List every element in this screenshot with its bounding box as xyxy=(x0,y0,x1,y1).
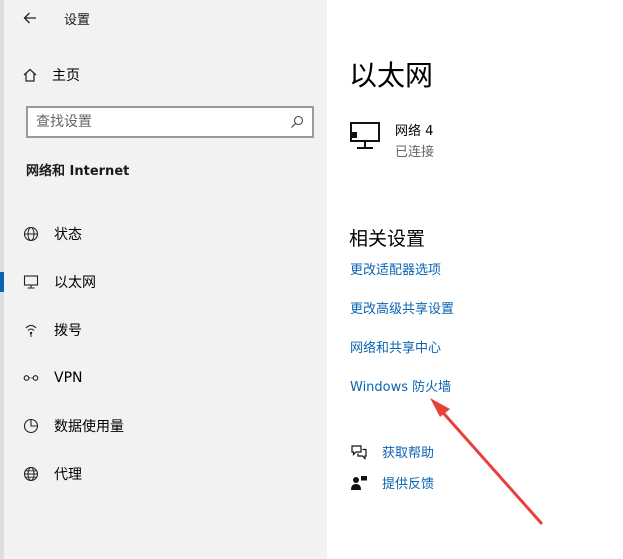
data-usage-icon xyxy=(22,417,40,435)
sidebar-item-status[interactable]: 状态 xyxy=(4,210,327,258)
home-label: 主页 xyxy=(52,68,80,84)
ethernet-monitor-icon xyxy=(350,122,380,149)
section-title: 网络和 Internet xyxy=(26,164,130,179)
sidebar-item-label: 拨号 xyxy=(54,323,82,339)
feedback-icon xyxy=(351,475,367,490)
globe-status-icon xyxy=(22,225,40,243)
title-bar: 设置 xyxy=(20,8,90,28)
sidebar-item-label: 以太网 xyxy=(54,275,96,291)
give-feedback-link[interactable]: 提供反馈 xyxy=(350,473,434,492)
sidebar-item-vpn[interactable]: VPN xyxy=(4,354,327,402)
back-button[interactable] xyxy=(20,8,40,28)
sidebar-item-proxy[interactable]: 代理 xyxy=(4,450,327,498)
home-nav[interactable]: 主页 xyxy=(22,64,80,86)
connection-status: 已连接 xyxy=(395,145,435,160)
sidebar-item-data-usage[interactable]: 数据使用量 xyxy=(4,402,327,450)
back-arrow-icon xyxy=(23,12,36,24)
sidebar-item-label: 数据使用量 xyxy=(54,419,124,435)
change-adapter-options-link[interactable]: 更改适配器选项 xyxy=(350,259,441,278)
sidebar-item-ethernet[interactable]: 以太网 xyxy=(0,258,327,306)
network-sharing-center-link[interactable]: 网络和共享中心 xyxy=(350,337,441,356)
sidebar-item-label: 代理 xyxy=(54,467,82,483)
sidebar-nav: 状态 以太网 拨号 VPN 数据使用量 代理 xyxy=(0,210,327,498)
get-help-link[interactable]: 获取帮助 xyxy=(350,442,434,461)
get-help-label: 获取帮助 xyxy=(382,446,435,461)
page-title: 以太网 xyxy=(349,59,434,92)
related-settings-title: 相关设置 xyxy=(349,228,426,250)
network-connection[interactable]: 网络 4 已连接 xyxy=(349,120,434,160)
search-box[interactable] xyxy=(26,106,314,138)
sidebar-item-label: 状态 xyxy=(54,227,82,243)
search-input[interactable] xyxy=(36,114,290,130)
sidebar-item-dialup[interactable]: 拨号 xyxy=(4,306,327,354)
search-icon xyxy=(291,115,304,128)
annotation-arrow-icon xyxy=(430,398,544,525)
vpn-icon xyxy=(22,369,40,387)
sidebar-item-label: VPN xyxy=(54,370,83,386)
sidebar: 设置 主页 网络和 Internet 状态 xyxy=(0,0,327,559)
give-feedback-label: 提供反馈 xyxy=(382,477,435,492)
dialup-icon xyxy=(22,321,40,339)
app-title: 设置 xyxy=(64,12,91,28)
ethernet-monitor-icon xyxy=(22,273,40,291)
help-chat-icon xyxy=(351,444,367,460)
advanced-sharing-settings-link[interactable]: 更改高级共享设置 xyxy=(350,298,454,317)
connection-name: 网络 4 xyxy=(395,124,434,139)
home-icon xyxy=(23,68,37,82)
windows-firewall-link[interactable]: Windows 防火墙 xyxy=(350,376,451,395)
globe-icon xyxy=(22,465,40,483)
